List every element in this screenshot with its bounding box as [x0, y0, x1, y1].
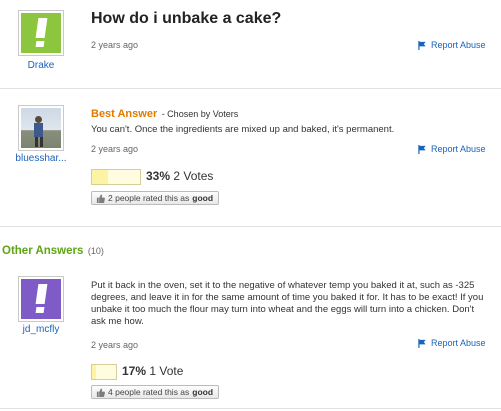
bottom-divider: [0, 408, 501, 409]
user-photo: [21, 108, 61, 148]
best-answer-vote-summary: 33% 2 Votes: [146, 169, 213, 183]
other-answer-username[interactable]: jd_mcfly: [14, 324, 68, 335]
other-answer-vote-summary: 17% 1 Vote: [122, 364, 183, 378]
vote-count: 2 Votes: [173, 169, 214, 183]
best-answer-report-abuse-link[interactable]: Report Abuse: [418, 144, 486, 154]
report-abuse-label: Report Abuse: [431, 40, 486, 50]
report-abuse-label: Report Abuse: [431, 338, 486, 348]
other-answer-report-abuse-link[interactable]: Report Abuse: [418, 338, 486, 348]
best-answer-divider: [0, 226, 501, 227]
other-answer-vote-bar: [91, 364, 117, 380]
thumbs-up-icon: [96, 387, 105, 397]
other-answers-heading: Other Answers: [2, 245, 84, 257]
chosen-by-label: - Chosen by Voters: [161, 109, 239, 119]
best-answer-rated-button[interactable]: 2 people rated this as good: [91, 191, 220, 205]
question-title: How do i unbake a cake?: [91, 10, 282, 27]
vote-bar-fill: [92, 365, 97, 379]
asker-avatar[interactable]: [18, 10, 64, 56]
other-answer-avatar[interactable]: [18, 276, 64, 322]
flag-icon: [418, 144, 426, 154]
rated-text: 4 people rated this as: [108, 387, 190, 397]
other-answer-rated-button[interactable]: 4 people rated this as good: [91, 385, 220, 399]
rated-good: good: [192, 193, 214, 203]
best-answer-time: 2 years ago: [91, 144, 139, 154]
vote-percent: 33%: [146, 169, 171, 183]
rated-text: 2 people rated this as: [108, 193, 190, 203]
other-answers-count: (10): [87, 246, 104, 256]
other-answer-time: 2 years ago: [91, 340, 139, 350]
best-answer-avatar[interactable]: [18, 105, 64, 151]
yahoo-exclamation-icon: [21, 13, 61, 53]
yahoo-exclamation-icon: [21, 279, 61, 319]
rated-good: good: [192, 387, 214, 397]
asker-username[interactable]: Drake: [18, 60, 64, 71]
vote-bar-fill: [92, 170, 108, 184]
best-answer-header: Best Answer - Chosen by Voters: [91, 104, 238, 122]
best-answer-username[interactable]: bluesshar...: [8, 153, 74, 164]
question-report-abuse-link[interactable]: Report Abuse: [418, 40, 486, 50]
best-answer-heading: Best Answer: [91, 108, 158, 120]
report-abuse-label: Report Abuse: [431, 144, 486, 154]
vote-count: 1 Vote: [149, 364, 184, 378]
other-answer-text: Put it back in the oven, set it to the n…: [91, 280, 484, 327]
question-divider: [0, 88, 501, 89]
vote-percent: 17%: [122, 364, 147, 378]
best-answer-text: You can't. Once the ingredients are mixe…: [91, 124, 395, 135]
best-answer-vote-bar: [91, 169, 141, 185]
thumbs-up-icon: [96, 193, 105, 203]
flag-icon: [418, 338, 426, 348]
question-time: 2 years ago: [91, 40, 139, 50]
flag-icon: [418, 40, 426, 50]
other-answers-header: Other Answers (10): [2, 241, 104, 259]
